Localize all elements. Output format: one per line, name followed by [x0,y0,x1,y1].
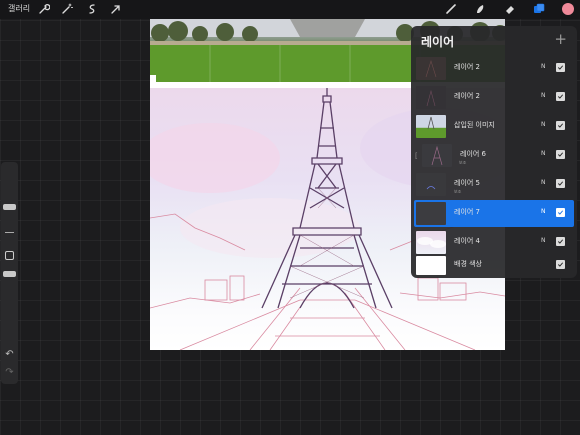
layer-name: 레이어 2 [454,92,480,100]
blend-mode-button[interactable]: N [541,121,546,128]
layer-name: 레이어 6 [460,150,486,158]
layer-row[interactable]: 레이어 5 보조 N [414,171,574,198]
layer-visibility-checkbox[interactable] [556,121,565,130]
layer-thumbnail [416,115,446,138]
smudge-icon[interactable] [473,2,487,16]
gallery-button[interactable]: 갤러리 [8,3,30,14]
layer-thumbnail [416,86,446,109]
layer-name: 배경 색상 [454,260,482,268]
transform-arrow-icon[interactable] [109,2,123,16]
layers-panel: 레이어 + 레이어 2 N 레이어 2 N 삽입된 이미지 N [ 레이어 6 … [411,26,577,278]
layer-visibility-checkbox[interactable] [556,92,565,101]
blend-mode-button[interactable]: N [541,208,546,215]
layer-visibility-checkbox[interactable] [556,150,565,159]
layer-row[interactable]: 삽입된 이미지 N [414,113,574,140]
layers-panel-title: 레이어 [421,35,455,49]
layer-thumbnail [416,256,446,275]
layer-row[interactable]: 레이어 2 N [414,84,574,111]
layers-icon[interactable] [532,2,546,16]
layer-row[interactable]: 레이어 2 N [414,55,574,82]
redo-icon[interactable]: ↷ [4,367,15,378]
layer-row[interactable]: 레이어 4 N [414,229,574,256]
layer-thumbnail [416,57,446,80]
layer-visibility-checkbox[interactable] [556,179,565,188]
clipping-indicator: [ [415,152,418,160]
wrench-icon[interactable] [37,2,51,16]
layer-name: 삽입된 이미지 [454,121,495,129]
selection-icon[interactable] [85,2,99,16]
layer-row-background[interactable]: 배경 색상 [414,254,574,278]
layer-name: 레이어 2 [454,63,480,71]
top-toolbar: 갤러리 [0,0,580,19]
brush-opacity-slider[interactable] [3,271,16,277]
undo-icon[interactable]: ↶ [4,349,15,360]
layer-thumbnail [416,173,446,196]
layer-visibility-checkbox[interactable] [556,208,565,217]
layer-sublabel: 보조 [459,160,467,165]
layer-sublabel: 보조 [454,189,462,194]
modify-button[interactable] [5,251,14,260]
layer-visibility-checkbox[interactable] [556,63,565,72]
layer-thumbnail [416,231,446,254]
left-sidebar: ↶ ↷ [1,162,18,384]
brush-icon[interactable] [444,2,458,16]
layer-visibility-checkbox[interactable] [556,260,565,269]
layer-row-active[interactable]: 레이어 7 N [414,200,574,227]
color-picker-button[interactable] [562,3,574,15]
slider-divider [5,232,14,233]
blend-mode-button[interactable]: N [541,179,546,186]
eraser-icon[interactable] [503,2,517,16]
add-layer-button[interactable]: + [554,30,567,48]
layer-name: 레이어 4 [454,237,480,245]
blend-mode-button[interactable]: N [541,150,546,157]
layer-thumbnail [416,202,446,225]
blend-mode-button[interactable]: N [541,237,546,244]
blend-mode-button[interactable]: N [541,63,546,70]
brush-size-slider[interactable] [3,204,16,210]
blend-mode-button[interactable]: N [541,92,546,99]
layer-row[interactable]: [ 레이어 6 보조 N [414,142,574,169]
magic-wand-icon[interactable] [60,2,74,16]
layer-visibility-checkbox[interactable] [556,237,565,246]
layer-thumbnail [422,144,452,167]
layer-name: 레이어 5 [454,179,480,187]
layer-name: 레이어 7 [454,208,480,216]
